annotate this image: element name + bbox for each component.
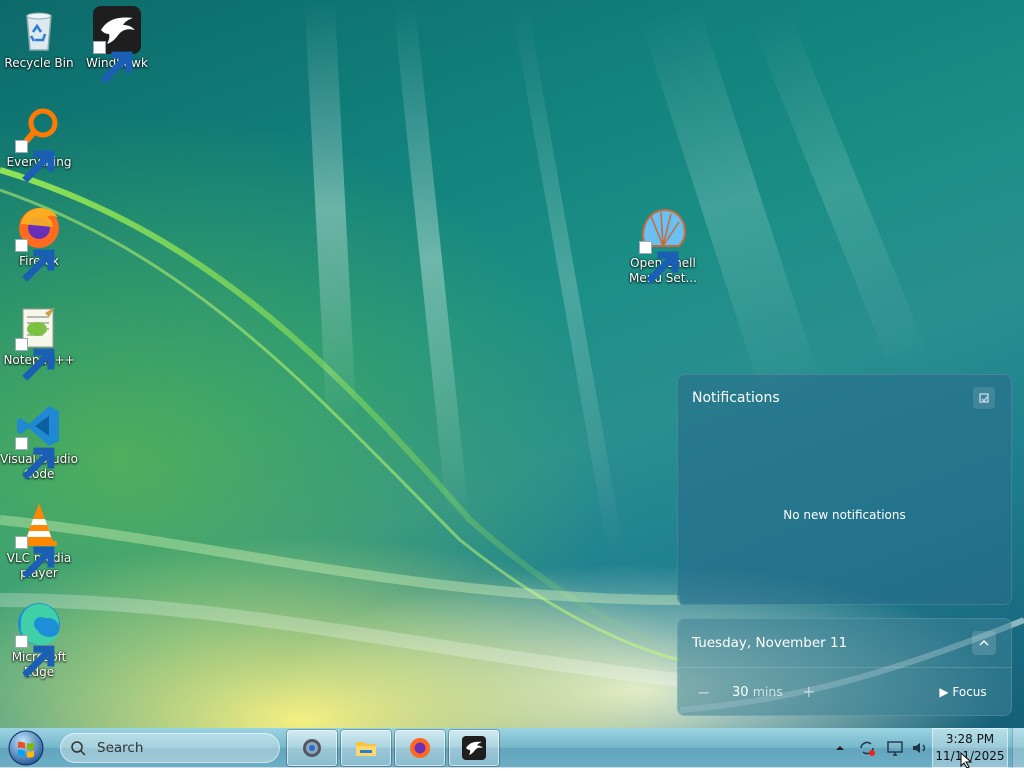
chevron-up-icon [979, 640, 989, 646]
shortcut-arrow-icon [15, 140, 55, 183]
shortcut-arrow-icon [15, 635, 55, 678]
desktop-icon-vscode[interactable]: Visual Studio Code [0, 402, 78, 482]
desktop-icon-edge[interactable]: Microsoft Edge [0, 600, 78, 680]
focus-decrease-button[interactable]: − [697, 683, 710, 702]
focus-increase-button[interactable]: + [802, 682, 815, 701]
desktop-icon-notepadpp[interactable]: Notepad++ [0, 303, 78, 381]
recycle-bin-icon [15, 6, 63, 54]
shortcut-arrow-icon [15, 239, 55, 282]
clock-time: 3:28 PM [945, 732, 995, 746]
taskbar-search[interactable]: Search [60, 733, 280, 763]
focus-button-label: Focus [952, 685, 987, 699]
no-notifications-text: No new notifications [783, 508, 906, 522]
search-icon [71, 741, 86, 756]
notification-center-title: Notifications [692, 390, 780, 406]
focus-unit: mins [752, 684, 783, 699]
notification-settings-button[interactable] [973, 387, 995, 409]
taskbar-app-firefox[interactable] [395, 730, 445, 766]
mouse-cursor-icon [960, 752, 973, 768]
show-hidden-icons-chevron-icon[interactable] [830, 738, 850, 758]
volume-icon[interactable] [910, 738, 930, 758]
shortcut-arrow-icon [639, 241, 679, 284]
calendar-date: Tuesday, November 11 [692, 635, 848, 651]
notepadpp-icon [15, 303, 63, 381]
edge-icon [15, 600, 63, 678]
shortcut-arrow-icon [15, 437, 55, 480]
calendar-collapse-button[interactable] [972, 631, 996, 655]
taskbar: Search 3:28 PM 11/11/2025 [0, 728, 1024, 768]
vlc-icon [15, 501, 63, 579]
desktop-icon-windhawk[interactable]: Windhawk [78, 6, 156, 84]
focus-duration: 30 mins [732, 684, 783, 700]
start-button[interactable] [6, 729, 46, 767]
desktop-icon-recycle-bin[interactable]: Recycle Bin [0, 6, 78, 71]
shortcut-arrow-icon [15, 536, 55, 579]
windows-orb-icon [8, 730, 44, 766]
calendar-panel: Tuesday, November 11 − 30 mins + ▶ Focus [677, 618, 1012, 716]
sync-icon[interactable] [857, 738, 877, 758]
desktop-icon-firefox[interactable]: Firefox [0, 204, 78, 282]
taskbar-app-settings[interactable] [287, 730, 337, 766]
desktop-icon-everything[interactable]: Everything [0, 105, 78, 183]
focus-minutes: 30 [732, 685, 749, 700]
notification-center: Notifications No new notifications [677, 374, 1012, 605]
shortcut-arrow-icon [93, 41, 133, 84]
desktop-background[interactable]: Recycle Bin Windhawk Everything Firefox … [0, 0, 1024, 728]
desktop-icon-open-shell[interactable]: Open-Shell Menu Set... [624, 206, 702, 286]
desktop-icon-vlc[interactable]: VLC media player [0, 501, 78, 581]
firefox-icon [410, 738, 430, 758]
settings-icon [303, 739, 321, 757]
windhawk-icon [93, 6, 141, 84]
file-explorer-icon [356, 742, 376, 756]
search-placeholder: Search [97, 740, 144, 756]
focus-button[interactable]: ▶ Focus [929, 680, 997, 704]
windhawk-icon [462, 736, 486, 760]
vscode-icon [15, 402, 63, 480]
taskbar-app-windhawk[interactable] [449, 730, 499, 766]
divider [677, 667, 1012, 668]
show-desktop-button[interactable] [1012, 728, 1024, 768]
shortcut-arrow-icon [15, 338, 55, 381]
open-shell-icon [639, 206, 687, 284]
play-icon: ▶ [939, 685, 949, 699]
notification-settings-icon [979, 393, 989, 403]
desktop-icon-label: Recycle Bin [4, 56, 74, 70]
firefox-icon [15, 204, 63, 282]
network-icon[interactable] [885, 738, 905, 758]
everything-icon [15, 105, 63, 183]
taskbar-app-file-explorer[interactable] [341, 730, 391, 766]
